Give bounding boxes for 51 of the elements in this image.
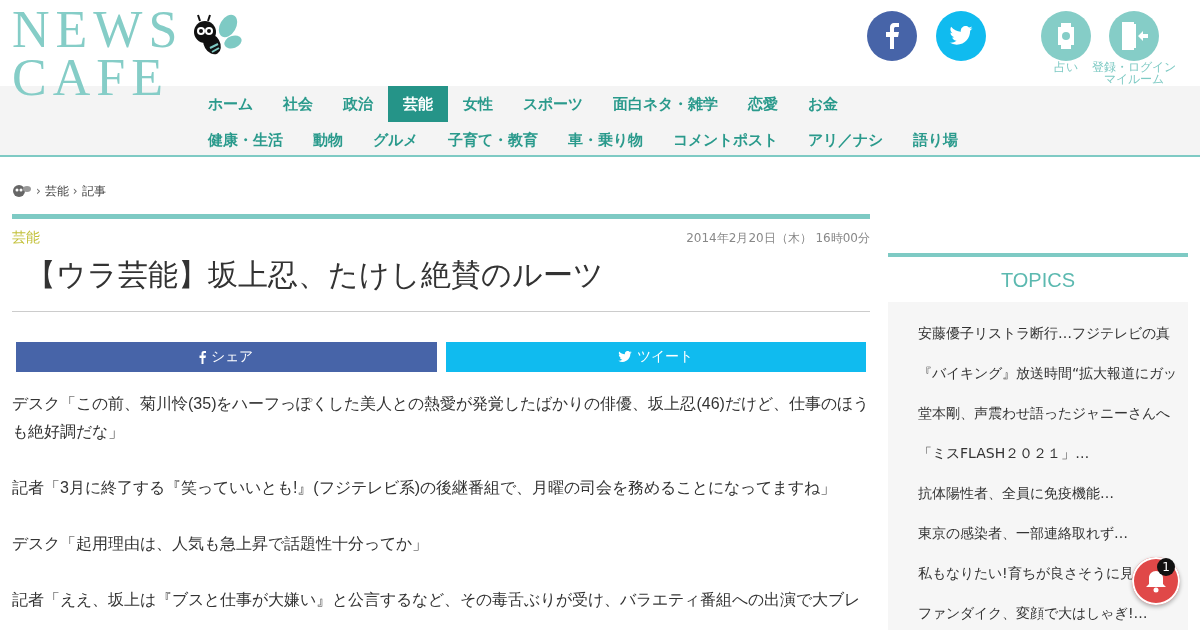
login-label[interactable]: 登録・ログイン	[1092, 62, 1176, 73]
nav-tab[interactable]: スポーツ	[508, 86, 598, 122]
topic-link[interactable]: ファンダイク、変顔で大はしゃぎ!…	[918, 603, 1148, 623]
topic-link[interactable]: 私もなりたい!育ちが良さそうに見	[918, 563, 1134, 583]
nav-tab[interactable]: 面白ネタ・雑学	[598, 86, 733, 122]
tweet-button[interactable]: ツイート	[445, 342, 866, 372]
topic-link[interactable]: 『バイキング』放送時間“拡大報道にガッ	[918, 363, 1178, 383]
category-label[interactable]: 芸能	[12, 229, 40, 247]
topic-link[interactable]: 「ミスFLASH２０２１」…	[918, 443, 1090, 463]
nav-tab[interactable]: 健康・生活	[193, 122, 298, 158]
topic-link[interactable]: 東京の感染者、一部連絡取れず…	[918, 523, 1128, 543]
nav-tab[interactable]: 芸能	[388, 86, 448, 122]
nav-tab[interactable]: ホーム	[193, 86, 268, 122]
article-paragraph: デスク「この前、菊川怜(35)をハーフっぽくした美人との熱愛が発覚したばかりの俳優、坂上忍(46)だけど、仕事のほうも絶好調だな」	[12, 394, 870, 442]
bird-icon	[949, 26, 973, 46]
nav-tab[interactable]: 子育て・教育	[433, 122, 553, 158]
nav-tab[interactable]: アリ／ナシ	[793, 122, 898, 158]
fortune-label[interactable]: 占い	[1054, 62, 1078, 73]
breadcrumb-link[interactable]: 記事	[81, 182, 106, 200]
topic-link[interactable]: 安藤優子リストラ断行…フジテレビの真	[918, 323, 1170, 343]
nav-tab[interactable]: コメントポスト	[658, 122, 793, 158]
article-date: 2014年2月20日（木） 16時00分	[686, 229, 870, 247]
nav-tab[interactable]: 恋愛	[733, 86, 793, 122]
nav-tab[interactable]: 女性	[448, 86, 508, 122]
facebook-button[interactable]	[867, 11, 917, 61]
article-paragraph: デスク「起用理由は、人気も急上昇で話題性十分ってか」	[12, 534, 429, 554]
bee-icon[interactable]	[12, 183, 32, 199]
news-cafe-logo[interactable]: NEWS CAFE	[12, 6, 184, 102]
nav-tab[interactable]: 社会	[268, 86, 328, 122]
topic-link[interactable]: 堂本剛、声震わせ語ったジャニーさんへ	[918, 403, 1170, 423]
bird-icon	[618, 351, 633, 363]
nav-tab[interactable]: グルメ	[358, 122, 433, 158]
nav-tab[interactable]: お金	[793, 86, 853, 122]
login-label[interactable]: マイルーム	[1104, 74, 1164, 85]
breadcrumb-link[interactable]: 芸能	[44, 182, 69, 200]
bell-icon	[1145, 569, 1167, 593]
nav-tab[interactable]: 政治	[328, 86, 388, 122]
fortune-icon	[1056, 23, 1076, 49]
facebook-icon	[199, 350, 207, 364]
breadcrumb-separator: ›	[36, 184, 41, 198]
nav-tab[interactable]: 車・乗り物	[553, 122, 658, 158]
breadcrumb-separator: ›	[72, 184, 78, 198]
nav-tab[interactable]: 動物	[298, 122, 358, 158]
article-paragraph: 記者「3月に終了する『笑っていいとも!』(フジテレビ系)の後継番組で、月曜の司会を務めることになってますね」	[12, 478, 837, 498]
facebook-icon	[885, 23, 899, 49]
topic-link[interactable]: 抗体陽性者、全員に免疫機能…	[918, 483, 1114, 503]
article-paragraph: 記者「ええ、坂上は『ブスと仕事が大嫌い』と公言するなど、その毒舌ぶりが受け、バラエティ番組への出演で大ブレ	[12, 590, 861, 610]
door-icon	[1120, 21, 1148, 51]
facebook-share-button[interactable]: シェア	[16, 342, 437, 372]
article-title: 【ウラ芸能】坂上忍、たけし絶賛のルーツ	[12, 253, 870, 312]
nav-tab[interactable]: 語り場	[898, 122, 973, 158]
